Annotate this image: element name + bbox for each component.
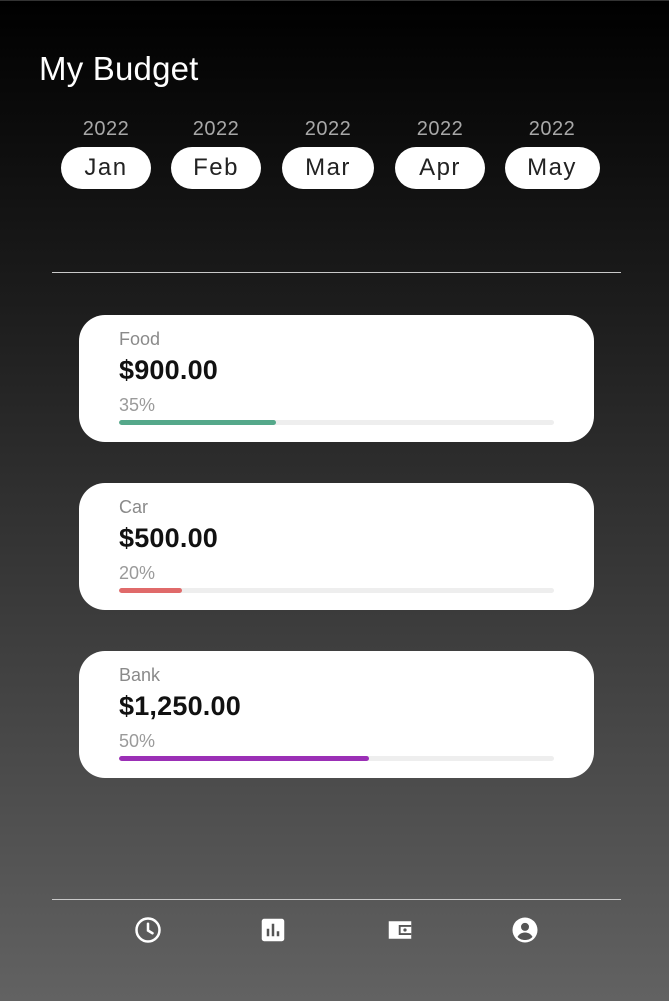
month-year: 2022	[192, 118, 240, 140]
month-year: 2022	[528, 118, 576, 140]
nav-wallet-button[interactable]	[384, 914, 416, 946]
progress-track	[119, 420, 554, 425]
month-year: 2022	[304, 118, 352, 140]
progress-fill	[119, 756, 370, 761]
category-amount: $500.00	[119, 523, 218, 553]
category-percent: 20%	[119, 563, 156, 583]
category-label: Food	[119, 329, 161, 349]
status-divider	[0, 0, 669, 1]
category-percent: 35%	[119, 395, 156, 415]
nav-stats-button[interactable]	[257, 914, 289, 946]
month-pill-apr[interactable]: Apr	[395, 147, 485, 189]
progress-track	[119, 756, 554, 761]
category-amount: $1,250.00	[119, 691, 241, 721]
category-label: Bank	[119, 665, 161, 685]
month-item-mar[interactable]: 2022 Mar	[280, 116, 376, 189]
month-item-may[interactable]: 2022 May	[504, 116, 600, 189]
budget-card-food[interactable]: Food $900.00 35%	[79, 315, 594, 442]
nav-history-button[interactable]	[132, 914, 164, 946]
budget-card-bank[interactable]: Bank $1,250.00 50%	[79, 651, 594, 778]
month-item-apr[interactable]: 2022 Apr	[392, 116, 488, 189]
header-divider	[52, 272, 621, 273]
bar-chart-icon	[261, 918, 285, 942]
wallet-icon	[388, 921, 412, 939]
month-pill-jan[interactable]: Jan	[61, 147, 151, 189]
account-circle-icon	[512, 917, 538, 943]
bottom-nav	[52, 900, 621, 960]
progress-track	[119, 588, 554, 593]
clock-icon	[135, 917, 161, 943]
category-amount: $900.00	[119, 355, 218, 385]
month-item-feb[interactable]: 2022 Feb	[168, 116, 264, 189]
progress-fill	[119, 420, 276, 425]
month-year: 2022	[416, 118, 464, 140]
month-selector: 2022 Jan 2022 Feb 2022 Mar 2022 Apr 2022…	[58, 116, 604, 196]
month-pill-mar[interactable]: Mar	[282, 147, 374, 189]
progress-fill	[119, 588, 183, 593]
budget-card-car[interactable]: Car $500.00 20%	[79, 483, 594, 610]
month-pill-may[interactable]: May	[504, 147, 600, 189]
category-label: Car	[119, 497, 149, 517]
page-title: My Budget	[39, 50, 199, 87]
month-pill-feb[interactable]: Feb	[171, 147, 261, 189]
month-year: 2022	[82, 118, 130, 140]
month-item-jan[interactable]: 2022 Jan	[58, 116, 154, 189]
nav-profile-button[interactable]	[509, 914, 541, 946]
category-percent: 50%	[119, 731, 156, 751]
